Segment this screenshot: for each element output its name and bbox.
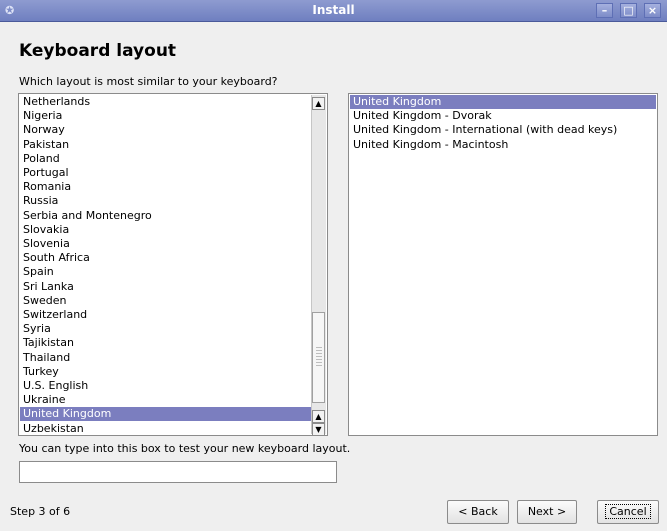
country-list-item[interactable]: Serbia and Montenegro <box>20 209 311 223</box>
country-list-item[interactable]: United Kingdom <box>20 407 311 422</box>
scrollbar-thumb[interactable] <box>312 312 325 403</box>
variant-list-item[interactable]: United Kingdom - Dvorak <box>350 109 656 123</box>
country-list-item[interactable]: U.S. English <box>20 379 311 393</box>
arrow-up-icon[interactable]: ▲ <box>312 97 325 110</box>
country-list-item[interactable]: Tajikistan <box>20 336 311 350</box>
back-button-label: < Back <box>458 505 498 518</box>
country-list-item[interactable]: Nigeria <box>20 109 311 123</box>
cancel-button-label: Cancel <box>605 504 651 519</box>
page-title: Keyboard layout <box>19 41 177 61</box>
country-list-item[interactable]: Russia <box>20 194 311 208</box>
next-button-label: Next > <box>527 505 567 518</box>
country-list-item[interactable]: Turkey <box>20 365 311 379</box>
variant-list-item[interactable]: United Kingdom - Macintosh <box>350 138 656 152</box>
country-list-item[interactable]: Romania <box>20 180 311 194</box>
country-list-item[interactable]: Switzerland <box>20 308 311 322</box>
country-list-item[interactable]: Uzbekistan <box>20 422 311 435</box>
test-input[interactable] <box>19 461 337 483</box>
country-list-item[interactable]: Sri Lanka <box>20 280 311 294</box>
window-titlebar[interactable]: ✪ Install – □ × <box>0 0 667 22</box>
test-hint: You can type into this box to test your … <box>19 442 351 455</box>
variant-list[interactable]: United Kingdom United Kingdom - Dvorak Uni… <box>348 93 658 436</box>
country-list-item[interactable]: Slovenia <box>20 237 311 251</box>
country-list-item[interactable]: Netherlands <box>20 95 311 109</box>
step-indicator: Step 3 of 6 <box>10 505 71 518</box>
country-list-item[interactable]: Poland <box>20 152 311 166</box>
country-list-scrollbar[interactable]: ▲ ▼ <box>311 95 326 435</box>
layout-question: Which layout is most similar to your key… <box>19 75 278 88</box>
arrow-up-icon[interactable]: ▲ <box>312 410 325 423</box>
country-list-item[interactable]: Slovakia <box>20 223 311 237</box>
arrow-down-icon[interactable]: ▼ <box>312 423 325 435</box>
variant-list-item[interactable]: United Kingdom <box>350 95 656 109</box>
country-list-item[interactable]: Norway <box>20 123 311 137</box>
minimize-icon[interactable]: – <box>596 3 613 18</box>
country-list-item[interactable]: South Africa <box>20 251 311 265</box>
country-list-item[interactable]: Pakistan <box>20 138 311 152</box>
close-icon[interactable]: × <box>644 3 661 18</box>
maximize-icon[interactable]: □ <box>620 3 637 18</box>
country-list-item[interactable]: Thailand <box>20 351 311 365</box>
variant-list-item[interactable]: United Kingdom - International (with dea… <box>350 123 656 137</box>
country-list-item[interactable]: Sweden <box>20 294 311 308</box>
next-button[interactable]: Next > <box>517 500 577 524</box>
cancel-button[interactable]: Cancel <box>597 500 659 524</box>
country-list-item[interactable]: Ukraine <box>20 393 311 407</box>
scrollbar-grip <box>316 347 322 367</box>
country-list[interactable]: Netherlands Nigeria Norway Pakistan Poland Po… <box>18 93 328 436</box>
country-list-item[interactable]: Portugal <box>20 166 311 180</box>
window-title: Install <box>312 3 355 17</box>
country-list-item[interactable]: Spain <box>20 265 311 279</box>
back-button[interactable]: < Back <box>447 500 509 524</box>
country-list-item[interactable]: Syria <box>20 322 311 336</box>
